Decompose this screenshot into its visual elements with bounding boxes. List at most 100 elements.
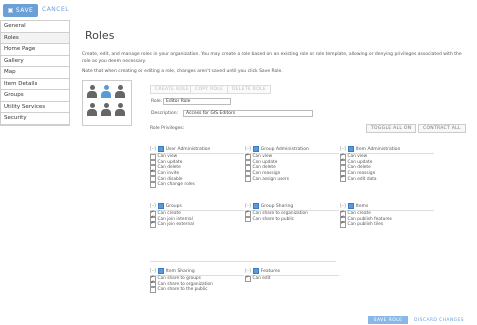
collapse-toggle[interactable]: [–] [245, 147, 251, 152]
privilege-checkbox[interactable] [150, 221, 156, 228]
role-name-input[interactable]: Editor Role [163, 98, 231, 105]
settings-sidebar: General Roles Home Page Gallery Map Item Deta… [0, 20, 70, 126]
privilege-checkbox[interactable] [150, 287, 156, 293]
privilege-group-items: [–]ItemsCan createCan publish featuresCa… [340, 202, 434, 228]
privilege-label: Can view [347, 154, 368, 160]
group-checkbox[interactable] [252, 268, 259, 274]
privilege-label: Can edit data [347, 176, 377, 182]
collapse-toggle[interactable]: [–] [245, 269, 251, 274]
privilege-group-group-sharing: [–] Group Sharing Can share to organizatio… [245, 202, 339, 223]
privilege-group-header: [–] User Administration [150, 145, 244, 154]
save-button[interactable]: ▣ SAVE [3, 4, 38, 17]
sidebar-item-utility-services[interactable]: Utility Services [1, 102, 69, 113]
group-checkbox[interactable] [347, 203, 354, 209]
privilege-label: Can change roles [157, 182, 195, 188]
collapse-toggle[interactable]: [–] [150, 269, 156, 274]
privilege-label: Can share to organization [252, 211, 308, 217]
privilege-label: Can view [252, 154, 273, 160]
privilege-item: Can join external [150, 221, 244, 228]
group-checkbox[interactable] [157, 203, 164, 209]
page-title: Roles [85, 29, 115, 42]
sidebar-item-home-page[interactable]: Home Page [1, 44, 69, 56]
contract-all-button[interactable]: CONTRACT ALL [418, 124, 466, 133]
privilege-label: Can reassign [252, 171, 281, 177]
collapse-toggle[interactable]: [–] [340, 204, 346, 209]
role-privileges-label: Role Privileges: [150, 126, 185, 131]
description-label: Description: [151, 111, 179, 116]
privilege-group-item-sharing: [–] Item Sharing Can share to groups Can sh… [150, 267, 244, 293]
group-checkbox[interactable] [157, 268, 164, 274]
sidebar-item-item-details[interactable]: Item Details [1, 79, 69, 90]
privilege-group-header: [–] Features [245, 267, 339, 276]
privilege-label: Can edit [252, 276, 271, 282]
group-checkbox[interactable] [347, 146, 354, 152]
discard-changes-button[interactable]: DISCARD CHANGES [414, 316, 464, 324]
sidebar-item-groups[interactable]: Groups [1, 90, 69, 102]
privilege-label: Can join external [157, 222, 195, 228]
privilege-checkbox[interactable] [340, 175, 346, 182]
user-icon [115, 103, 125, 117]
privilege-group-groups: [–]GroupsCan createCan join internalCan … [150, 202, 244, 228]
user-icon [101, 103, 111, 117]
cancel-link[interactable]: CANCEL [42, 6, 69, 13]
divider [150, 261, 336, 262]
privilege-label: Can create [157, 211, 181, 217]
privilege-item: Can share to public [245, 216, 339, 223]
page-note: Note that when creating or editing a rol… [82, 69, 283, 74]
privilege-checkbox[interactable] [340, 221, 346, 228]
group-checkbox[interactable] [157, 146, 164, 152]
privilege-checkbox[interactable] [245, 176, 251, 182]
user-icon [87, 85, 97, 99]
collapse-toggle[interactable]: [–] [150, 147, 156, 152]
privilege-group-header: [–] Group Administration [245, 145, 339, 154]
user-icon [101, 85, 111, 99]
privilege-group-header: [–] Group Sharing [245, 202, 339, 211]
sidebar-item-roles[interactable]: Roles [1, 32, 69, 44]
privilege-group-title: Item Administration [355, 146, 401, 152]
sidebar-item-security[interactable]: Security [1, 113, 69, 125]
privilege-item: Can share to the public [150, 287, 244, 293]
save-role-button[interactable]: SAVE ROLE [368, 316, 408, 324]
privilege-checkbox[interactable] [150, 182, 156, 188]
privilege-group-item-administration: [–]Item AdministrationCan viewCan update… [340, 145, 434, 182]
user-icon [115, 85, 125, 99]
privilege-group-title: User Administration [165, 146, 211, 152]
user-icon [87, 103, 97, 117]
privilege-group-title: Group Administration [260, 146, 309, 152]
page-intro: Create, edit, and manage roles in your o… [82, 52, 462, 64]
privilege-label: Can publish tiles [347, 222, 384, 228]
copy-role-button[interactable]: COPY ROLE [190, 85, 229, 94]
privilege-group-user-administration: [–] User Administration Can view Can update… [150, 145, 244, 188]
save-icon: ▣ [7, 6, 14, 14]
privilege-label: Can assign users [252, 176, 289, 182]
privilege-item: Can change roles [150, 182, 244, 188]
privilege-group-header: [–] Item Administration [340, 145, 434, 154]
delete-role-button[interactable]: DELETE ROLE [227, 85, 272, 94]
privilege-label: Can create [347, 211, 371, 217]
role-name-label: Role: [151, 99, 163, 104]
privilege-label: Can view [157, 154, 178, 160]
privilege-label: Can delete [347, 165, 371, 171]
description-input[interactable]: Access for GIS Editors [183, 110, 313, 117]
privilege-checkbox[interactable] [245, 275, 251, 282]
sidebar-item-gallery[interactable]: Gallery [1, 56, 69, 67]
save-button-label: SAVE [15, 7, 34, 14]
sidebar-item-general[interactable]: General [1, 21, 69, 33]
collapse-toggle[interactable]: [–] [150, 204, 156, 209]
collapse-toggle[interactable]: [–] [340, 147, 346, 152]
collapse-toggle[interactable]: [–] [245, 204, 251, 209]
privilege-checkbox[interactable] [245, 216, 251, 223]
privilege-group-title: Features [260, 268, 281, 274]
toggle-all-on-button[interactable]: TOGGLE ALL ON [366, 124, 417, 133]
privilege-label: Can share to public [252, 216, 295, 222]
privilege-label: Can delete [252, 165, 276, 171]
group-checkbox[interactable] [252, 146, 259, 152]
privilege-group-title: Group Sharing [260, 203, 294, 209]
privilege-label: Can delete [157, 165, 181, 171]
privilege-group-features: [–] Features Can edit [245, 267, 339, 282]
sidebar-item-map[interactable]: Map [1, 67, 69, 79]
create-role-button[interactable]: CREATE ROLE [150, 85, 195, 94]
group-checkbox[interactable] [252, 203, 259, 209]
privilege-item: Can edit data [340, 175, 434, 182]
privilege-item: Can publish tiles [340, 221, 434, 228]
